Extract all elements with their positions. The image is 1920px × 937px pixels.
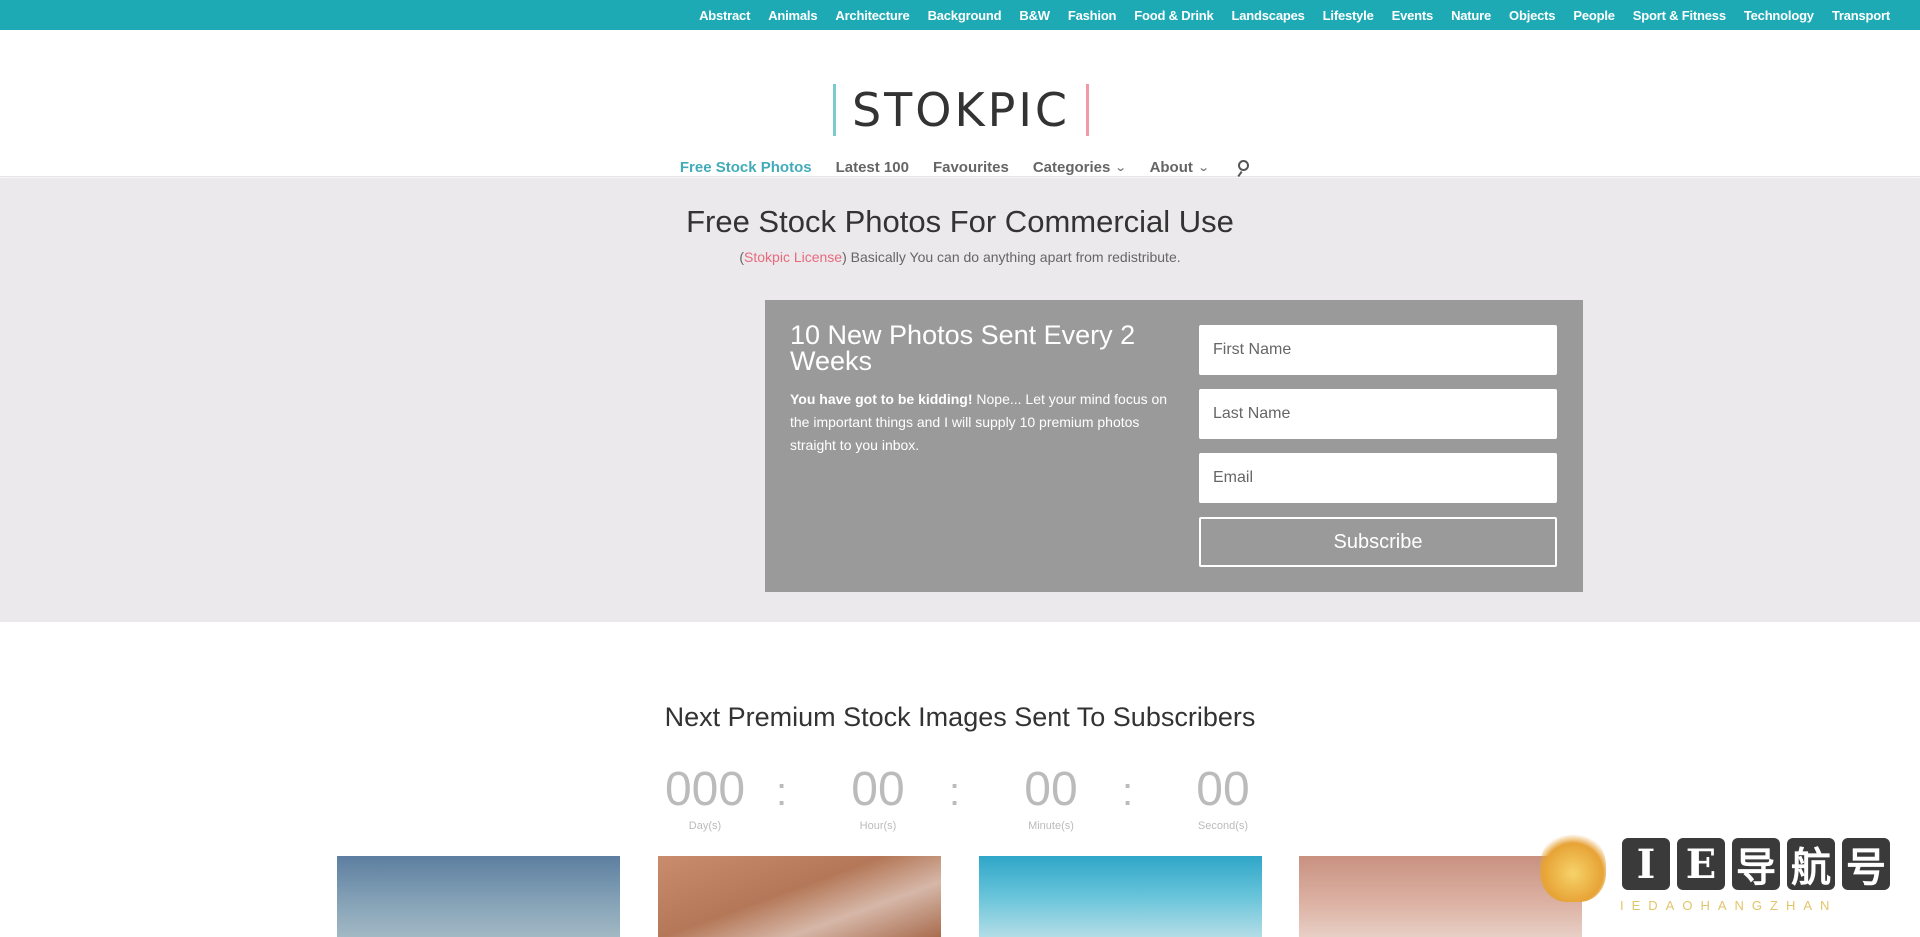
hero-section: Free Stock Photos For Commercial Use (St…: [0, 178, 1920, 622]
nav-label: Categories: [1032, 159, 1111, 176]
nav-item-latest-100[interactable]: Latest 100: [836, 159, 909, 176]
nav-item-about[interactable]: About ⌄: [1149, 159, 1210, 176]
category-link-objects[interactable]: Objects: [1509, 8, 1555, 23]
site-logo[interactable]: STOKPIC: [832, 82, 1090, 138]
email-input[interactable]: Email: [1199, 453, 1557, 503]
category-link-sport-fitness[interactable]: Sport & Fitness: [1633, 8, 1726, 23]
main-nav: Free Stock Photos Latest 100 Favourites …: [0, 159, 1920, 177]
category-link-people[interactable]: People: [1573, 8, 1615, 23]
photo-thumbnail[interactable]: [337, 856, 620, 937]
category-link-fashion[interactable]: Fashion: [1068, 8, 1117, 23]
seconds-label: Second(s): [1197, 820, 1249, 832]
hero-sub-rest: ) Basically You can do anything apart fr…: [842, 249, 1181, 265]
watermark-subtitle: IEDAOHANGZHAN: [1620, 898, 1838, 913]
hero-title: Free Stock Photos For Commercial Use: [686, 204, 1234, 239]
site-header: STOKPIC Free Stock Photos Latest 100 Fav…: [0, 30, 1920, 177]
category-bar: Abstract Animals Architecture Background…: [0, 0, 1920, 30]
nav-label: Latest 100: [835, 159, 909, 176]
newsletter-signup-box: 10 New Photos Sent Every 2 Weeks You hav…: [765, 300, 1583, 592]
seconds-value: 00: [1196, 763, 1250, 816]
nav-label: About: [1149, 159, 1193, 176]
category-link-landscapes[interactable]: Landscapes: [1232, 8, 1305, 23]
countdown-separator: :: [949, 770, 961, 814]
category-link-events[interactable]: Events: [1392, 8, 1434, 23]
category-link-lifestyle[interactable]: Lifestyle: [1323, 8, 1374, 23]
watermark-char: 导: [1732, 838, 1780, 891]
subscribe-button[interactable]: Subscribe: [1199, 517, 1557, 567]
countdown-title: Next Premium Stock Images Sent To Subscr…: [664, 702, 1256, 732]
logo-text: STOKPIC: [851, 83, 1071, 137]
nav-label: Free Stock Photos: [679, 159, 812, 176]
signup-desc-bold: You have got to be kidding!: [790, 391, 973, 407]
category-link-food-drink[interactable]: Food & Drink: [1134, 8, 1213, 23]
category-link-abstract[interactable]: Abstract: [699, 8, 750, 23]
first-name-input[interactable]: First Name: [1199, 325, 1557, 375]
countdown-seconds: 00 Second(s): [1168, 762, 1278, 832]
nav-item-free-stock-photos[interactable]: Free Stock Photos: [680, 159, 812, 176]
photo-thumbnail[interactable]: [658, 856, 941, 937]
chevron-down-icon: ⌄: [1197, 162, 1210, 174]
category-link-technology[interactable]: Technology: [1744, 8, 1814, 23]
category-link-transport[interactable]: Transport: [1832, 8, 1890, 23]
countdown-timer: 000 Day(s) : 00 Hour(s) : 00 Minute(s) :…: [650, 762, 1270, 842]
countdown-separator: :: [1122, 770, 1134, 814]
chevron-down-icon: ⌄: [1114, 162, 1127, 174]
countdown-hours: 00 Hour(s): [823, 762, 933, 832]
hours-value: 00: [851, 763, 905, 816]
hero-subtitle: (Stokpic License) Basically You can do a…: [0, 249, 1920, 265]
watermark-char: I: [1622, 838, 1670, 890]
nav-label: Favourites: [932, 159, 1009, 176]
days-value: 000: [664, 763, 746, 816]
category-link-architecture[interactable]: Architecture: [835, 8, 909, 23]
countdown-minutes: 00 Minute(s): [996, 762, 1106, 832]
license-link[interactable]: Stokpic License: [744, 249, 842, 265]
hours-label: Hour(s): [859, 820, 897, 832]
site-watermark: I E 导 航 号 IEDAOHANGZHAN: [1536, 826, 1898, 926]
search-icon[interactable]: [1236, 159, 1252, 177]
category-link-animals[interactable]: Animals: [768, 8, 817, 23]
photo-thumbnail[interactable]: [979, 856, 1262, 937]
signup-title: 10 New Photos Sent Every 2 Weeks: [790, 320, 1136, 376]
countdown-days: 000 Day(s): [650, 762, 760, 832]
nav-item-favourites[interactable]: Favourites: [933, 159, 1009, 176]
watermark-char: 航: [1787, 838, 1835, 891]
watermark-char: 号: [1842, 838, 1890, 891]
watermark-char: E: [1677, 838, 1725, 890]
category-link-nature[interactable]: Nature: [1451, 8, 1491, 23]
nav-item-categories[interactable]: Categories ⌄: [1032, 159, 1127, 176]
category-link-bw[interactable]: B&W: [1019, 8, 1050, 23]
flame-logo-icon: [1540, 830, 1606, 902]
last-name-input[interactable]: Last Name: [1199, 389, 1557, 439]
minutes-value: 00: [1024, 763, 1078, 816]
countdown-separator: :: [776, 770, 788, 814]
logo-bracket-right: [1086, 84, 1090, 136]
days-label: Day(s): [688, 820, 722, 832]
signup-description: You have got to be kidding! Nope... Let …: [790, 388, 1175, 457]
minutes-label: Minute(s): [1028, 820, 1074, 832]
category-link-background[interactable]: Background: [928, 8, 1002, 23]
